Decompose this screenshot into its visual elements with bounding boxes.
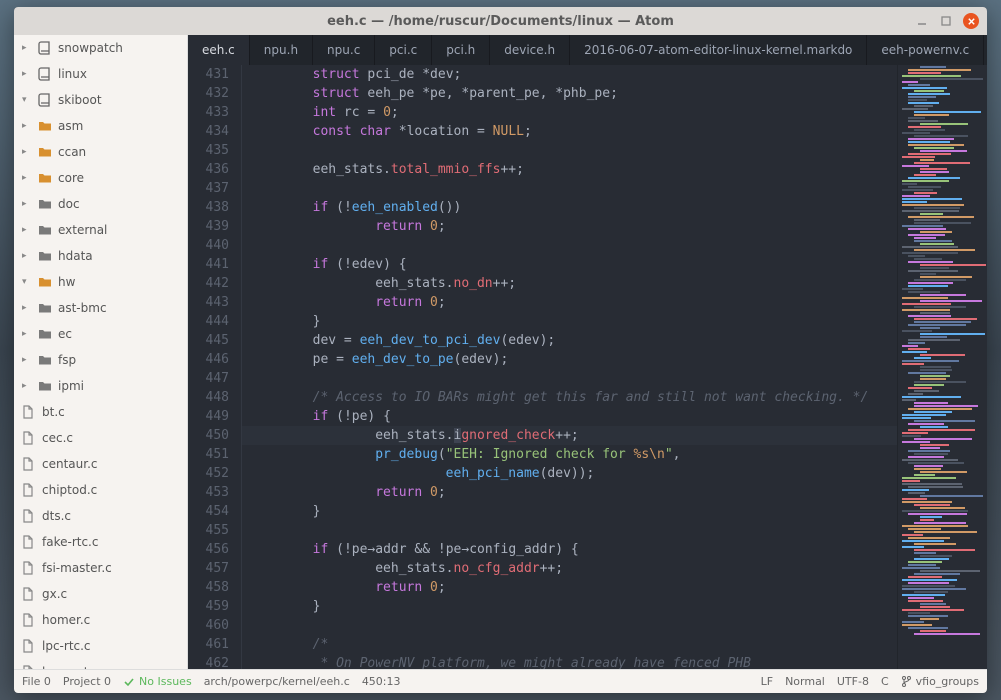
repo-icon [38,67,52,81]
chevron-icon: ▸ [22,329,32,339]
chevron-icon: ▸ [22,147,32,157]
file-icon [22,613,36,627]
tree-root-item[interactable]: ▾skiboot [14,87,187,113]
tree-item[interactable]: fake-rtc.c [14,529,187,555]
window-title: eeh.c — /home/ruscur/Documents/linux — A… [327,14,674,29]
tree-item[interactable]: ▸ast-bmc [14,295,187,321]
tree-item[interactable]: ▸external [14,217,187,243]
chevron-icon: ▸ [22,251,32,261]
file-icon [22,639,36,653]
file-icon [22,457,36,471]
chevron-icon: ▸ [22,43,32,53]
folder-icon [38,224,52,236]
tree-item[interactable]: bt.c [14,399,187,425]
tree-item[interactable]: cec.c [14,425,187,451]
repo-icon [38,41,52,55]
file-icon [22,483,36,497]
tab[interactable]: npu.h [250,35,313,65]
tree-item[interactable]: chiptod.c [14,477,187,503]
chevron-icon: ▾ [22,277,32,287]
status-file[interactable]: File 0 [22,675,51,688]
tab[interactable]: 2016-06-07-atom-editor-linux-kernel.mark… [570,35,867,65]
repo-icon [38,93,52,107]
chevron-icon: ▸ [22,381,32,391]
tree-root-item[interactable]: ▸snowpatch [14,35,187,61]
status-branch[interactable]: vfio_groups [901,675,979,688]
tree-item[interactable]: ▸doc [14,191,187,217]
tab[interactable]: config.cson [984,35,987,65]
status-path[interactable]: arch/powerpc/kernel/eeh.c [204,675,350,688]
tree-item[interactable]: homer.c [14,607,187,633]
line-gutter: 4314324334344354364374384394404414424434… [188,65,242,669]
file-icon [22,561,36,575]
folder-icon [38,146,52,158]
titlebar: eeh.c — /home/ruscur/Documents/linux — A… [14,7,987,35]
tree-item[interactable]: ▸ipmi [14,373,187,399]
status-encoding[interactable]: UTF-8 [837,675,869,688]
file-icon [22,509,36,523]
tree-root-item[interactable]: ▸linux [14,61,187,87]
tree-item[interactable]: lpc-uart.c [14,659,187,669]
tree-item[interactable]: ▾hw [14,269,187,295]
minimap[interactable] [897,65,987,669]
file-icon [22,535,36,549]
git-branch-icon [901,675,912,688]
maximize-button[interactable] [939,14,953,28]
tab[interactable]: eeh.c [188,35,250,65]
folder-icon [38,328,52,340]
status-language[interactable]: C [881,675,889,688]
check-icon [123,676,135,688]
tree-item[interactable]: dts.c [14,503,187,529]
chevron-icon: ▸ [22,355,32,365]
chevron-icon: ▾ [22,95,32,105]
folder-icon [38,120,52,132]
code-editor[interactable]: struct pci_de *dev; struct eeh_pe *pe, *… [242,65,897,669]
folder-icon [38,198,52,210]
folder-icon [38,250,52,262]
folder-icon [38,172,52,184]
status-cursor[interactable]: 450:13 [362,675,401,688]
file-icon [22,431,36,445]
tree-item[interactable]: ▸ccan [14,139,187,165]
tree-item[interactable]: lpc-rtc.c [14,633,187,659]
tab[interactable]: eeh-powernv.c [867,35,984,65]
status-bar: File 0 Project 0 No Issues arch/powerpc/… [14,669,987,693]
status-mode[interactable]: Normal [785,675,825,688]
status-issues[interactable]: No Issues [123,675,192,688]
chevron-icon: ▸ [22,303,32,313]
folder-icon [38,276,52,288]
chevron-icon: ▸ [22,121,32,131]
folder-icon [38,302,52,314]
minimize-button[interactable] [915,14,929,28]
chevron-icon: ▸ [22,173,32,183]
folder-icon [38,380,52,392]
tab[interactable]: pci.c [375,35,432,65]
editor-window: eeh.c — /home/ruscur/Documents/linux — A… [14,7,987,693]
status-line-ending[interactable]: LF [761,675,773,688]
tab[interactable]: device.h [490,35,570,65]
chevron-icon: ▸ [22,225,32,235]
status-project[interactable]: Project 0 [63,675,111,688]
chevron-icon: ▸ [22,199,32,209]
tree-item[interactable]: ▸fsp [14,347,187,373]
tree-item[interactable]: ▸hdata [14,243,187,269]
chevron-icon: ▸ [22,69,32,79]
tree-item[interactable]: centaur.c [14,451,187,477]
close-button[interactable] [963,13,979,29]
tree-item[interactable]: ▸asm [14,113,187,139]
tree-item[interactable]: ▸ec [14,321,187,347]
tab-bar: eeh.cnpu.hnpu.cpci.cpci.hdevice.h2016-06… [188,35,987,65]
tree-item[interactable]: gx.c [14,581,187,607]
tree-item[interactable]: fsi-master.c [14,555,187,581]
tab[interactable]: npu.c [313,35,375,65]
file-tree[interactable]: ▸snowpatch▸linux▾skiboot▸asm▸ccan▸core▸d… [14,35,188,669]
folder-icon [38,354,52,366]
file-icon [22,587,36,601]
tree-item[interactable]: ▸core [14,165,187,191]
file-icon [22,405,36,419]
tab[interactable]: pci.h [432,35,490,65]
